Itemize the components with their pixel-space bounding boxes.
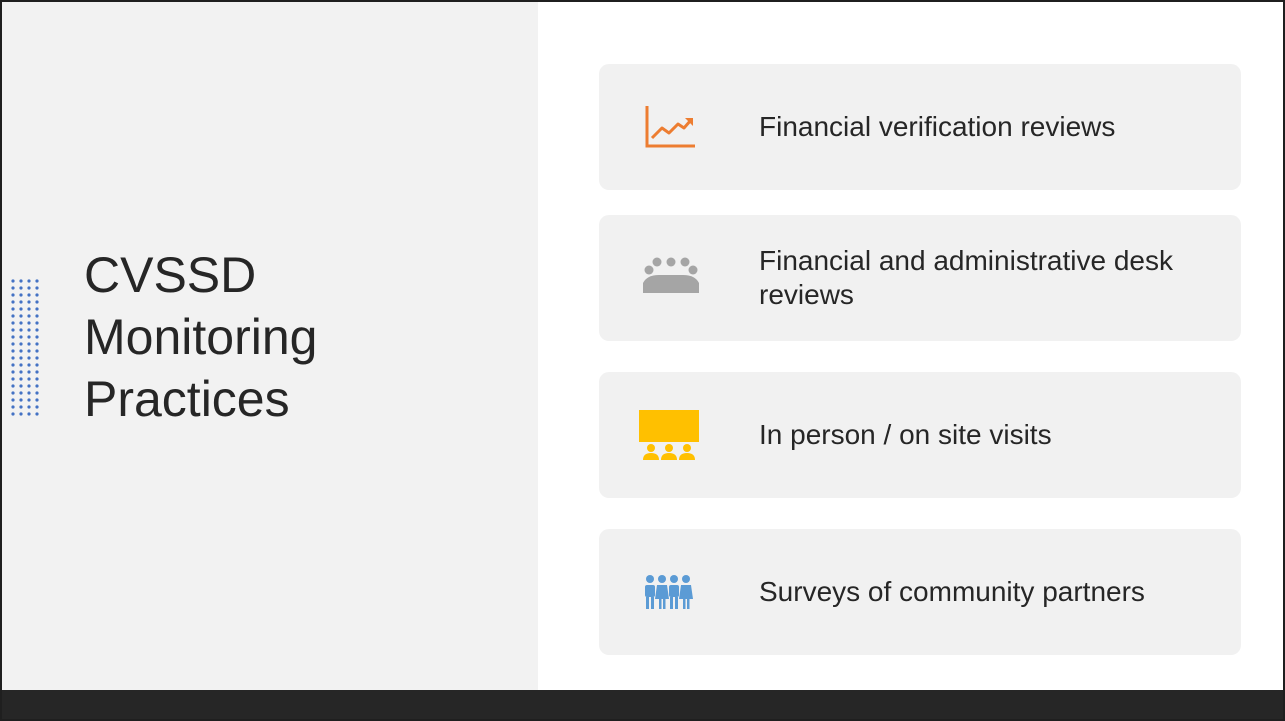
slide-title: CVSSD Monitoring Practices bbox=[84, 244, 504, 430]
title-line-3: Practices bbox=[84, 371, 290, 427]
item-label: Financial and administrative desk review… bbox=[759, 245, 1173, 310]
dot-pattern-decoration bbox=[11, 279, 39, 416]
item-card-surveys: Surveys of community partners bbox=[599, 529, 1241, 655]
footer-bar bbox=[2, 690, 1283, 719]
item-label: Financial verification reviews bbox=[759, 111, 1116, 142]
presentation-audience-icon bbox=[639, 410, 699, 460]
item-label: In person / on site visits bbox=[759, 419, 1052, 450]
item-card-financial-verification: Financial verification reviews bbox=[599, 64, 1241, 190]
title-panel: CVSSD Monitoring Practices bbox=[2, 2, 538, 690]
trending-up-chart-icon bbox=[645, 106, 695, 148]
item-card-desk-reviews: Financial and administrative desk review… bbox=[599, 215, 1241, 341]
item-card-site-visits: In person / on site visits bbox=[599, 372, 1241, 498]
title-line-1: CVSSD bbox=[84, 247, 257, 303]
group-meeting-icon bbox=[643, 257, 699, 293]
slide: CVSSD Monitoring Practices Financial ver… bbox=[0, 0, 1285, 721]
title-line-2: Monitoring bbox=[84, 309, 318, 365]
people-group-icon bbox=[645, 575, 693, 609]
item-label: Surveys of community partners bbox=[759, 576, 1145, 607]
